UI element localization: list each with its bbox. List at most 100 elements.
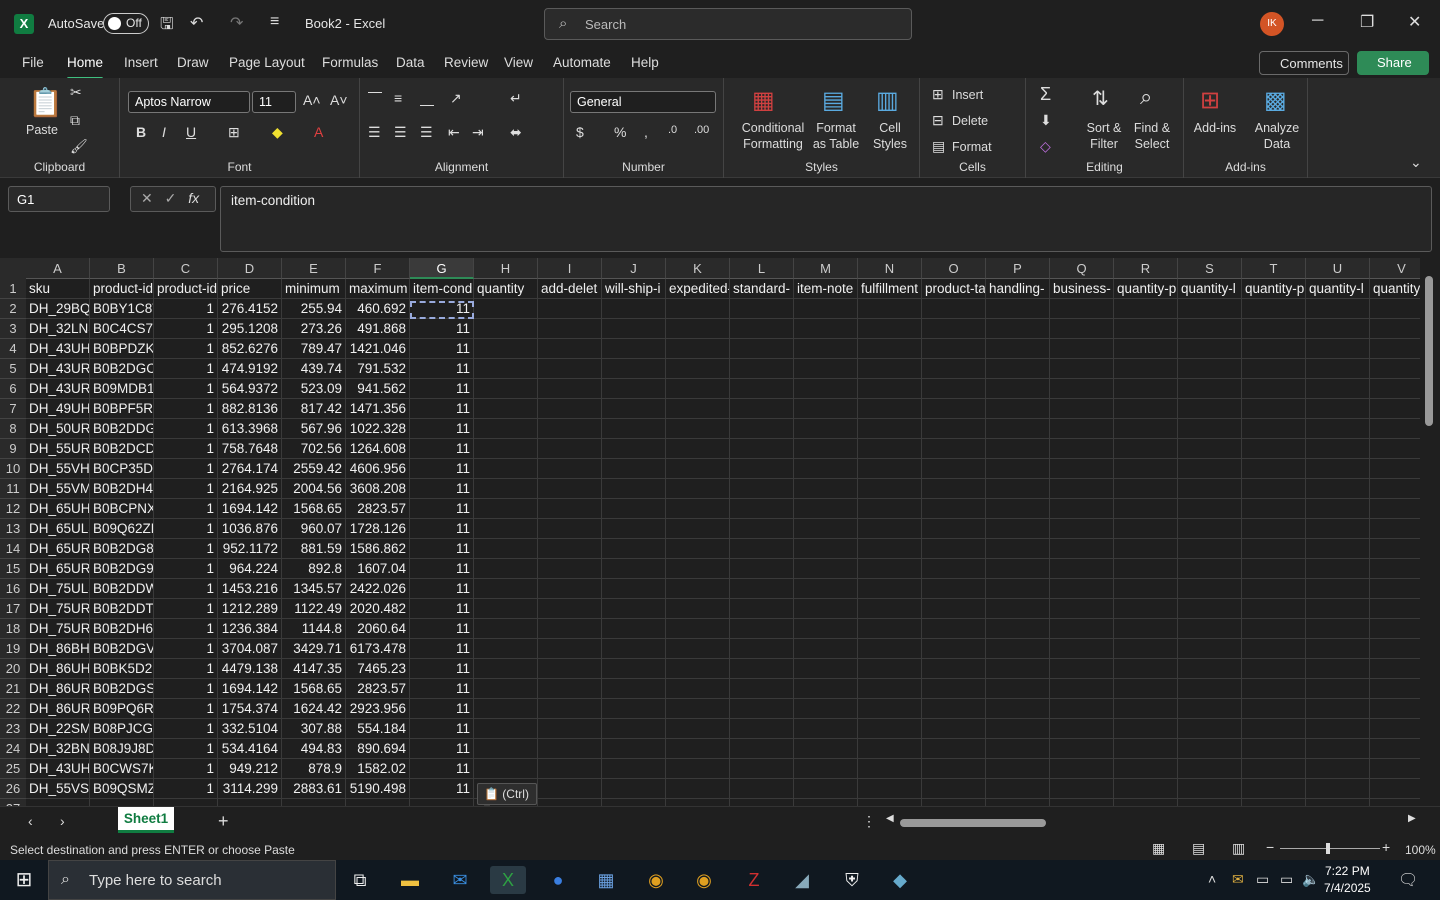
cell[interactable] xyxy=(1178,759,1242,779)
select-all-corner[interactable] xyxy=(0,258,26,279)
cell[interactable] xyxy=(794,379,858,399)
cell[interactable] xyxy=(1306,339,1370,359)
cell[interactable] xyxy=(474,459,538,479)
cell[interactable] xyxy=(986,439,1050,459)
cell[interactable]: B09MDB1K xyxy=(90,379,154,399)
cell[interactable] xyxy=(986,679,1050,699)
cell[interactable]: 2823.57 xyxy=(346,679,410,699)
cell[interactable]: DH_22SM3 xyxy=(26,719,90,739)
row-header[interactable]: 4 xyxy=(0,339,26,359)
cell[interactable]: 1122.49 xyxy=(282,599,346,619)
menu-review[interactable]: Review xyxy=(444,55,488,70)
cell[interactable]: 1022.328 xyxy=(346,419,410,439)
cell[interactable] xyxy=(986,539,1050,559)
cell[interactable] xyxy=(1050,299,1114,319)
copy-icon[interactable]: ⧉ xyxy=(70,112,80,129)
cell[interactable]: 1 xyxy=(154,539,218,559)
taskbar-search[interactable]: ⌕ Type here to search xyxy=(48,860,336,900)
cell[interactable]: 4606.956 xyxy=(346,459,410,479)
cell[interactable] xyxy=(666,579,730,599)
cell[interactable] xyxy=(1178,699,1242,719)
clear-icon[interactable]: ◇ xyxy=(1040,138,1051,155)
cell[interactable] xyxy=(730,499,794,519)
cell[interactable] xyxy=(538,499,602,519)
cell[interactable] xyxy=(1242,719,1306,739)
excel-taskbar-icon[interactable]: X xyxy=(490,866,526,894)
menu-insert[interactable]: Insert xyxy=(124,55,158,70)
cell[interactable]: 892.8 xyxy=(282,559,346,579)
cell[interactable]: 1568.65 xyxy=(282,499,346,519)
cell[interactable] xyxy=(1242,559,1306,579)
cell[interactable] xyxy=(1242,399,1306,419)
cell[interactable] xyxy=(666,439,730,459)
cell[interactable]: maximum xyxy=(346,279,410,299)
cell[interactable] xyxy=(1178,399,1242,419)
cell[interactable] xyxy=(666,759,730,779)
cell[interactable] xyxy=(858,659,922,679)
cell[interactable]: 613.3968 xyxy=(218,419,282,439)
cell[interactable] xyxy=(858,699,922,719)
increase-decimal-icon[interactable]: .0 xyxy=(668,124,677,136)
formula-input[interactable]: item-condition xyxy=(220,186,1432,252)
cell[interactable] xyxy=(794,339,858,359)
cell[interactable] xyxy=(1114,419,1178,439)
cell[interactable]: 6173.478 xyxy=(346,639,410,659)
cell[interactable] xyxy=(1306,459,1370,479)
align-middle-icon[interactable]: ≡ xyxy=(394,90,402,106)
cell[interactable] xyxy=(474,599,538,619)
cell[interactable]: 789.47 xyxy=(282,339,346,359)
cell[interactable]: 11 xyxy=(410,659,474,679)
column-header[interactable]: H xyxy=(474,258,538,279)
cell[interactable]: 2164.925 xyxy=(218,479,282,499)
zoom-level[interactable]: 100% xyxy=(1405,843,1436,857)
cell[interactable]: 2020.482 xyxy=(346,599,410,619)
cell[interactable]: 11 xyxy=(410,339,474,359)
cell[interactable] xyxy=(602,619,666,639)
cell[interactable] xyxy=(730,419,794,439)
decrease-indent-icon[interactable]: ⇤ xyxy=(448,124,460,141)
cell[interactable] xyxy=(730,639,794,659)
cell[interactable] xyxy=(1050,559,1114,579)
row-header[interactable]: 13 xyxy=(0,519,26,539)
cell[interactable] xyxy=(986,459,1050,479)
cell[interactable] xyxy=(602,779,666,799)
merge-center-icon[interactable]: ⬌ xyxy=(510,124,522,141)
row-header[interactable]: 9 xyxy=(0,439,26,459)
cell[interactable] xyxy=(730,399,794,419)
cell[interactable]: 1 xyxy=(154,499,218,519)
cell[interactable] xyxy=(1306,779,1370,799)
cell[interactable] xyxy=(1306,519,1370,539)
cell[interactable] xyxy=(1306,639,1370,659)
enter-icon[interactable]: ✓ xyxy=(165,190,177,206)
cell[interactable] xyxy=(922,779,986,799)
row-header[interactable]: 18 xyxy=(0,619,26,639)
cell[interactable]: 11 xyxy=(410,439,474,459)
cell[interactable]: 11 xyxy=(410,419,474,439)
find-select-button[interactable]: Find & Select xyxy=(1128,120,1176,152)
cell[interactable] xyxy=(794,799,858,806)
cell[interactable]: 564.9372 xyxy=(218,379,282,399)
cell[interactable]: B0B2DH6C xyxy=(90,619,154,639)
cell[interactable]: 11 xyxy=(410,759,474,779)
cell[interactable]: 1 xyxy=(154,559,218,579)
cell[interactable] xyxy=(1306,719,1370,739)
font-color-icon[interactable]: A xyxy=(314,124,323,140)
cell[interactable]: B0B2DGSF xyxy=(90,679,154,699)
cell[interactable] xyxy=(730,519,794,539)
cell[interactable] xyxy=(474,559,538,579)
cell[interactable]: 881.59 xyxy=(282,539,346,559)
cell[interactable] xyxy=(1306,359,1370,379)
file-explorer-icon[interactable]: ▬ xyxy=(392,866,428,894)
cell[interactable] xyxy=(602,299,666,319)
cell[interactable] xyxy=(1370,659,1420,679)
cell[interactable]: minimum xyxy=(282,279,346,299)
cell[interactable] xyxy=(666,339,730,359)
cell[interactable] xyxy=(922,519,986,539)
cell[interactable] xyxy=(986,559,1050,579)
addins-button[interactable]: Add-ins xyxy=(1192,120,1238,136)
cell[interactable]: DH_86BH5 xyxy=(26,639,90,659)
cell[interactable] xyxy=(922,559,986,579)
search-box[interactable]: ⌕ Search xyxy=(544,8,912,40)
cell[interactable]: 332.5104 xyxy=(218,719,282,739)
cell[interactable] xyxy=(602,579,666,599)
